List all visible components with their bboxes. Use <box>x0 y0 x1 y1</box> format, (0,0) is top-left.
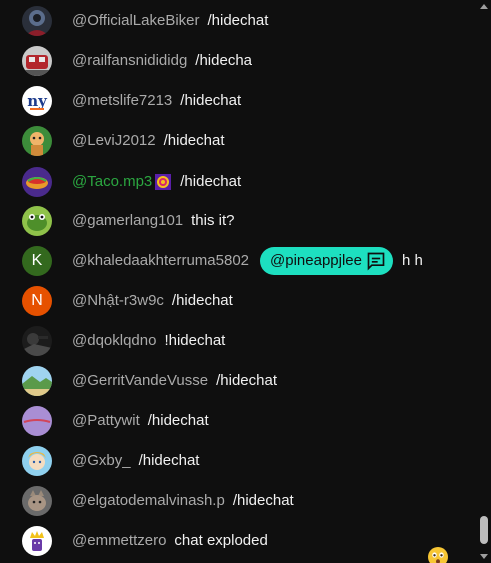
chat-message: @emmettzero chat exploded <box>0 521 474 561</box>
chat-message: @railfansnidididg /hidecha <box>0 41 474 81</box>
author-name[interactable]: @khaledaakhterruma5802 <box>72 252 249 270</box>
message-text: /hidechat <box>163 132 225 149</box>
avatar-cat[interactable] <box>22 486 52 516</box>
author-name[interactable]: @Nhật-r3w9c <box>72 292 164 310</box>
message-text: this it? <box>191 212 235 229</box>
message-text: /hidechat <box>171 292 233 309</box>
scroll-up-arrow-icon[interactable] <box>480 4 488 9</box>
member-badge-icon <box>155 173 172 190</box>
chat-message: @GerritVandeVusse /hidechat <box>0 361 474 401</box>
chat-message: N @Nhật-r3w9c /hidechat <box>0 281 474 321</box>
chat-message: @Pattywit /hidechat <box>0 401 474 441</box>
chat-message: @OfficialLakeBiker /hidechat <box>0 1 474 41</box>
author-name[interactable]: @LeviJ2012 <box>72 132 156 150</box>
message-text: /hidecha <box>195 52 253 69</box>
chat-message: @dqoklqdno !hidechat <box>0 321 474 361</box>
message-text: /hidechat <box>207 12 269 29</box>
svg-text:ny: ny <box>27 92 48 110</box>
live-chat-panel: @OfficialLakeBiker /hidechat @railfansni… <box>0 0 491 563</box>
author-name[interactable]: @railfansnidididg <box>72 52 187 70</box>
chat-bubble-icon <box>367 252 385 271</box>
avatar-purple[interactable] <box>22 406 52 436</box>
author-name[interactable]: @emmettzero <box>72 532 166 550</box>
chat-message: @Gxby_ /hidechat <box>0 441 474 481</box>
message-text: !hidechat <box>164 332 226 349</box>
author-name[interactable]: @Pattywit <box>72 412 140 430</box>
message-text: /hidechat <box>180 92 242 109</box>
message-text: /hidechat <box>232 492 294 509</box>
author-name[interactable]: @Taco.mp3 <box>72 173 152 191</box>
chat-message: K @khaledaakhterruma5802 @pineappjlee h … <box>0 241 474 281</box>
message-text: /hidechat <box>138 452 200 469</box>
avatar-landscape[interactable] <box>22 366 52 396</box>
avatar-dark[interactable] <box>22 326 52 356</box>
chat-message: @Taco.mp3 /hidechat <box>0 162 474 202</box>
author-name[interactable]: @dqoklqdno <box>72 332 156 350</box>
avatar-frog[interactable] <box>22 206 52 236</box>
avatar-anime[interactable] <box>22 446 52 476</box>
avatar-taco[interactable] <box>22 167 52 197</box>
avatar-mets[interactable]: ny <box>22 86 52 116</box>
author-name[interactable]: @metslife7213 <box>72 92 172 110</box>
message-text: /hidechat <box>147 412 209 429</box>
mention-handle: @pineappjlee <box>270 252 362 269</box>
avatar-biker[interactable] <box>22 6 52 36</box>
scrollbar-thumb[interactable] <box>480 516 488 544</box>
avatar-letter[interactable]: N <box>22 286 52 316</box>
surprised-face-emoji-icon <box>428 547 448 563</box>
author-name[interactable]: @gamerlang101 <box>72 212 183 230</box>
avatar-cartoon[interactable] <box>22 126 52 156</box>
author-name[interactable]: @OfficialLakeBiker <box>72 12 200 30</box>
author-name[interactable]: @GerritVandeVusse <box>72 372 208 390</box>
chat-message: ny @metslife7213 /hidechat <box>0 81 474 121</box>
chat-message: @LeviJ2012 /hidechat <box>0 121 474 161</box>
message-text: chat exploded <box>174 532 268 549</box>
message-text: /hidechat <box>180 173 242 190</box>
message-text: /hidechat <box>216 372 278 389</box>
author-name[interactable]: @Gxby_ <box>72 452 131 470</box>
avatar-train[interactable] <box>22 46 52 76</box>
message-text: h h <box>401 252 423 269</box>
scroll-down-arrow-icon[interactable] <box>480 554 488 559</box>
author-name[interactable]: @elgatodemalvinash.p <box>72 492 225 510</box>
mention-chip[interactable]: @pineappjlee <box>260 247 393 275</box>
avatar-letter[interactable]: K <box>22 246 52 276</box>
chat-message: @elgatodemalvinash.p /hidechat <box>0 481 474 521</box>
chat-message: @gamerlang101 this it? <box>0 201 474 241</box>
avatar-crown[interactable] <box>22 526 52 556</box>
